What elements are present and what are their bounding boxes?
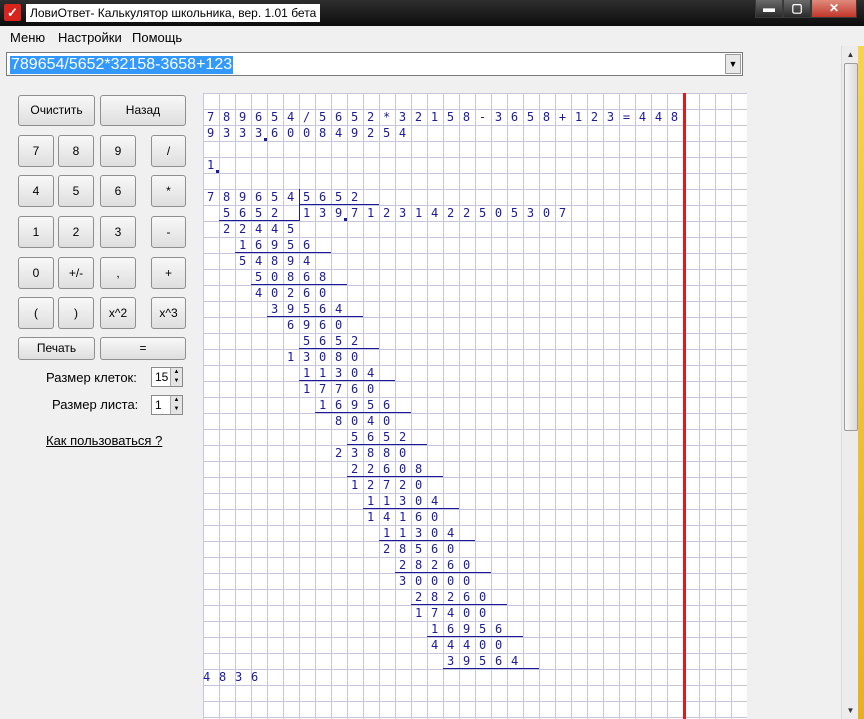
- sheet-size-label: Размер листа:: [52, 397, 139, 412]
- division-step: 44400: [431, 638, 511, 652]
- vertical-scrollbar[interactable]: ▲ ▼: [841, 46, 859, 719]
- key-3-button[interactable]: 3: [100, 216, 136, 248]
- key-cube-button[interactable]: x^3: [151, 297, 186, 329]
- division-step: 6960: [287, 318, 351, 332]
- division-step: 39564: [447, 654, 527, 668]
- spin-up-icon[interactable]: ▲: [170, 396, 182, 405]
- scrollbar-thumb[interactable]: [844, 63, 858, 431]
- how-to-use-link[interactable]: Как пользоваться ?: [46, 433, 162, 448]
- division-bar: [299, 189, 300, 221]
- print-button[interactable]: Печать: [18, 337, 95, 360]
- division-step: 40260: [255, 286, 335, 300]
- division-step: 16956: [319, 398, 399, 412]
- key-6-button[interactable]: 6: [100, 175, 136, 207]
- menu-bar: Меню Настройки Помощь: [0, 26, 840, 46]
- division-step: 39564: [271, 302, 351, 316]
- dividend: 789654: [207, 190, 303, 204]
- division-step: 11304: [383, 526, 463, 540]
- chevron-down-icon[interactable]: ▼: [725, 54, 741, 74]
- division-step: 11304: [303, 366, 383, 380]
- subtraction-underline: [443, 668, 539, 669]
- margin-line: [683, 93, 686, 719]
- decimal-point: [344, 218, 347, 221]
- key-plus-button[interactable]: +: [151, 257, 186, 289]
- key-0-button[interactable]: 0: [18, 257, 54, 289]
- division-step: 5652: [223, 206, 287, 220]
- division-step: 16956: [239, 238, 319, 252]
- scroll-up-icon[interactable]: ▲: [842, 46, 859, 63]
- division-step: 28560: [383, 542, 463, 556]
- division-step: 30000: [399, 574, 479, 588]
- division-step: 54894: [239, 254, 319, 268]
- spin-down-icon[interactable]: ▼: [170, 377, 182, 386]
- back-button[interactable]: Назад: [100, 95, 186, 126]
- key-divide-button[interactable]: /: [151, 135, 186, 167]
- spin-down-icon[interactable]: ▼: [170, 405, 182, 414]
- minimize-button[interactable]: ▬: [755, 0, 783, 18]
- key-close-paren-button[interactable]: ): [58, 297, 94, 329]
- key-4-button[interactable]: 4: [18, 175, 54, 207]
- division-step: 4836: [203, 670, 267, 684]
- menu-item-help[interactable]: Помощь: [132, 30, 182, 45]
- key-square-button[interactable]: x^2: [100, 297, 136, 329]
- division-step: 23880: [335, 446, 415, 460]
- division-step: 28260: [399, 558, 479, 572]
- cell-size-label: Размер клеток:: [46, 370, 137, 385]
- partial-line: 1: [207, 158, 223, 172]
- key-negate-button[interactable]: +/-: [58, 257, 94, 289]
- expression-line: 789654/5652*32158-3658+123=448: [207, 110, 687, 124]
- close-button[interactable]: ✕: [811, 0, 857, 18]
- key-minus-button[interactable]: -: [151, 216, 186, 248]
- division-step: 5652: [351, 430, 415, 444]
- decimal-point: [216, 170, 219, 173]
- key-comma-button[interactable]: ,: [100, 257, 136, 289]
- division-step: 22445: [223, 222, 303, 236]
- division-step: 22608: [351, 462, 431, 476]
- division-step: 50868: [255, 270, 335, 284]
- equals-button[interactable]: =: [100, 337, 186, 360]
- worksheet-paper: 789654/5652*32158-3658+123=448 933360084…: [203, 93, 747, 719]
- spin-up-icon[interactable]: ▲: [170, 368, 182, 377]
- sheet-size-value[interactable]: 1: [155, 398, 162, 412]
- key-7-button[interactable]: 7: [18, 135, 54, 167]
- cell-size-stepper[interactable]: 15 ▲ ▼: [151, 367, 183, 387]
- menu-item-settings[interactable]: Настройки: [58, 30, 122, 45]
- sheet-size-stepper[interactable]: 1 ▲ ▼: [151, 395, 183, 415]
- cell-size-value[interactable]: 15: [155, 370, 168, 384]
- key-5-button[interactable]: 5: [58, 175, 94, 207]
- key-multiply-button[interactable]: *: [151, 175, 186, 207]
- result-line: 9333600849254: [207, 126, 415, 140]
- menu-item-menu[interactable]: Меню: [10, 30, 45, 45]
- division-step: 8040: [335, 414, 399, 428]
- division-step: 17760: [303, 382, 383, 396]
- key-1-button[interactable]: 1: [18, 216, 54, 248]
- expression-input[interactable]: 789654/5652*32158-3658+123 ▼: [6, 52, 743, 76]
- division-step: 17400: [415, 606, 495, 620]
- window-title: ЛовиОтвет- Калькулятор школьника, вер. 1…: [26, 4, 321, 22]
- scroll-down-icon[interactable]: ▼: [842, 702, 859, 719]
- division-step: 28260: [415, 590, 495, 604]
- key-2-button[interactable]: 2: [58, 216, 94, 248]
- title-bar: ✓ ЛовиОтвет- Калькулятор школьника, вер.…: [0, 0, 864, 26]
- division-step: 5652: [303, 334, 367, 348]
- clear-button[interactable]: Очистить: [18, 95, 95, 126]
- division-step: 14160: [367, 510, 447, 524]
- divisor: 5652: [303, 190, 367, 204]
- division-step: 16956: [431, 622, 511, 636]
- division-step: 12720: [351, 478, 431, 492]
- decimal-point: [264, 138, 267, 141]
- maximize-button[interactable]: ▢: [783, 0, 811, 18]
- divisor-underline: [299, 204, 379, 205]
- key-open-paren-button[interactable]: (: [18, 297, 54, 329]
- division-step: 13080: [287, 350, 367, 364]
- expression-text[interactable]: 789654/5652*32158-3658+123: [10, 56, 234, 74]
- division-step: 11304: [367, 494, 447, 508]
- background-edge: [858, 46, 864, 719]
- app-checkmark-icon: ✓: [4, 4, 21, 21]
- key-8-button[interactable]: 8: [58, 135, 94, 167]
- key-9-button[interactable]: 9: [100, 135, 136, 167]
